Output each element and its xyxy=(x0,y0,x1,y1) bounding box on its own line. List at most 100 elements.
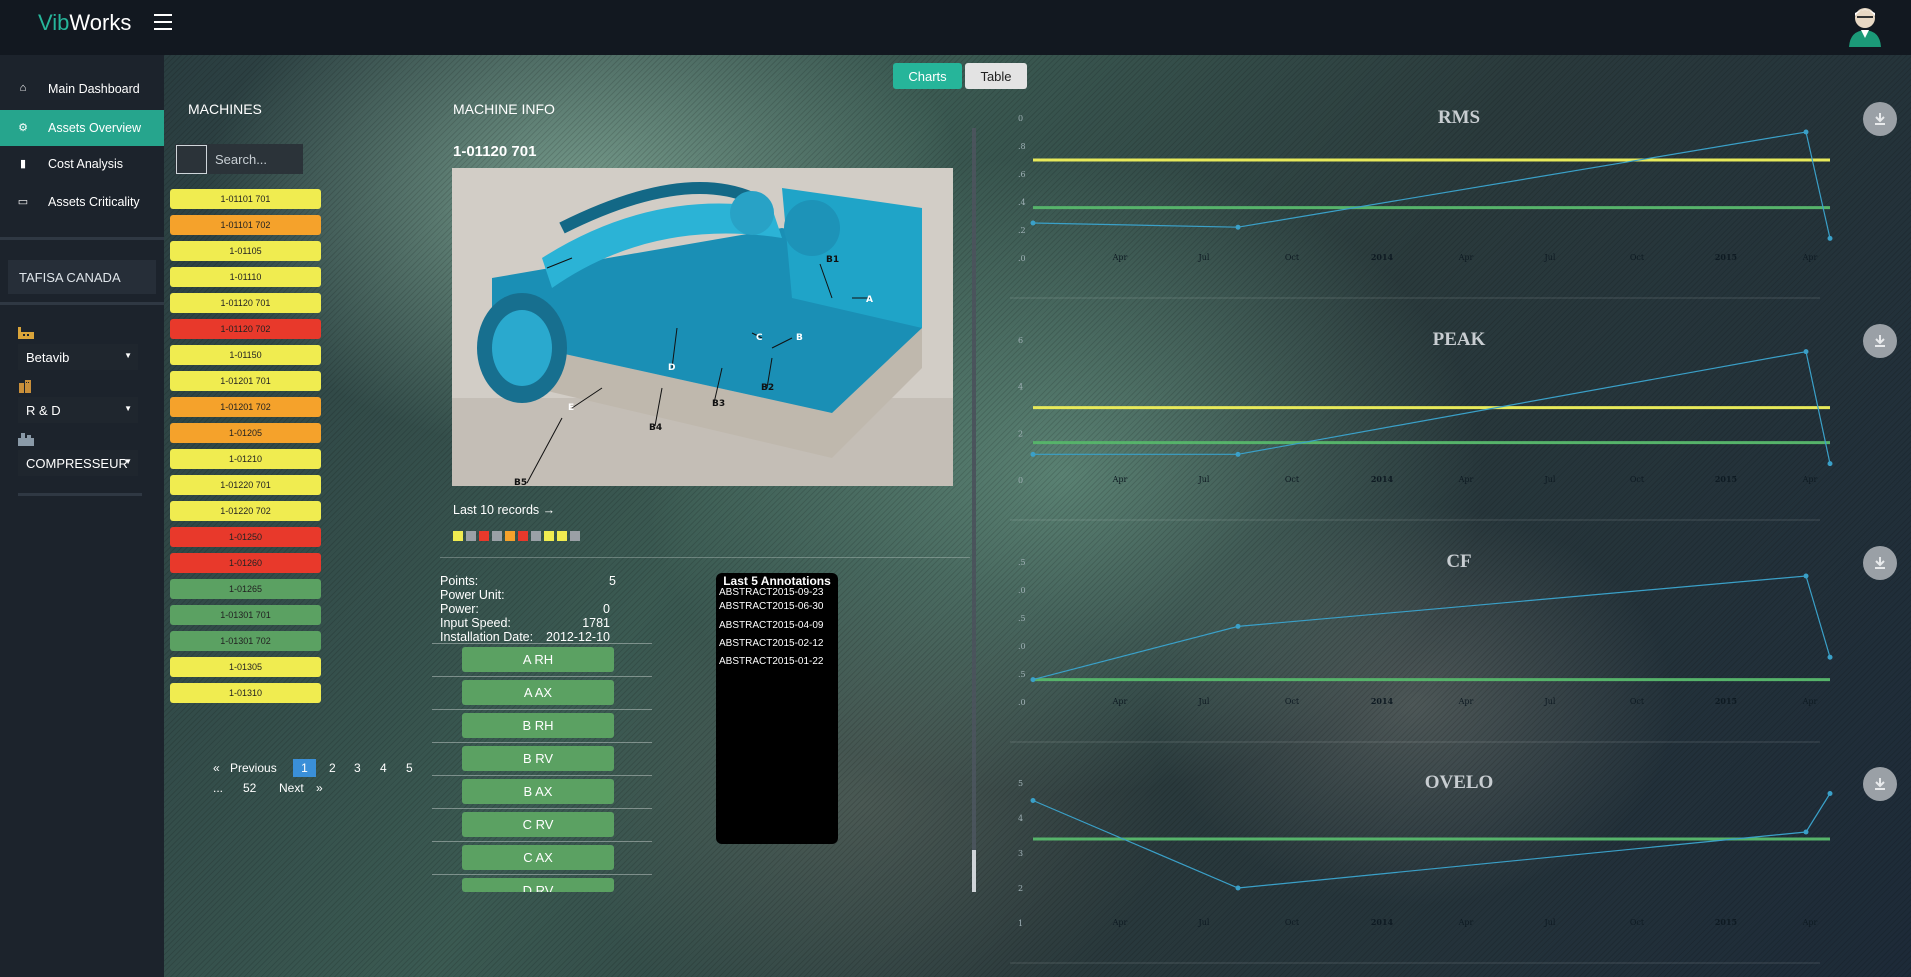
x-tick-label: Jul xyxy=(1198,918,1210,927)
factory-icon xyxy=(18,327,34,339)
sidebar: ⌂ Main Dashboard ⚙ Assets Overview ▮ Cos… xyxy=(0,55,164,977)
x-tick-label: Jul xyxy=(1544,918,1556,927)
x-tick-label: Apr xyxy=(1112,253,1128,262)
x-tick-label: Oct xyxy=(1285,475,1300,484)
x-tick-label: 2014 xyxy=(1371,252,1394,262)
y-tick-label: .0 xyxy=(1018,698,1026,707)
data-point[interactable] xyxy=(1803,349,1809,355)
x-tick-label: Oct xyxy=(1630,697,1645,706)
x-tick-label: Apr xyxy=(1802,253,1818,262)
x-tick-label: 2015 xyxy=(1715,696,1737,706)
series-line xyxy=(1032,131,1831,239)
x-tick-label: 2015 xyxy=(1715,917,1737,927)
y-tick-label: .6 xyxy=(1018,170,1026,179)
machine-type-select[interactable]: COMPRESSEUR ▼ xyxy=(18,450,138,476)
data-point[interactable] xyxy=(1827,461,1833,467)
y-tick-label: .0 xyxy=(1018,642,1026,651)
dropdown-caret-icon: ▼ xyxy=(124,404,132,413)
data-point[interactable] xyxy=(1803,829,1809,835)
user-avatar-icon[interactable] xyxy=(1846,5,1884,47)
nav-label: Main Dashboard xyxy=(48,82,140,96)
data-point[interactable] xyxy=(1803,129,1809,135)
y-tick-label: 4 xyxy=(1018,814,1023,823)
bar-chart-icon: ▮ xyxy=(19,158,27,170)
nav-label: Assets Criticality xyxy=(48,195,140,209)
data-point[interactable] xyxy=(1827,791,1833,796)
series-line xyxy=(1032,793,1831,889)
chart-ovelo: 1 2 3 4 5 Apr Jul Oct 2014 Apr Jul Oct 2015 Apr xyxy=(1010,779,1833,964)
x-tick-label: 2014 xyxy=(1371,917,1394,927)
x-tick-label: Apr xyxy=(1802,918,1818,927)
chart-title: RMS xyxy=(1437,107,1481,128)
x-tick-label: Apr xyxy=(1112,697,1128,706)
top-bar: VibWorks xyxy=(0,0,1911,55)
x-tick-label: Jul xyxy=(1198,697,1210,706)
data-point[interactable] xyxy=(1030,451,1036,457)
data-point[interactable] xyxy=(1235,885,1241,891)
nav-assets-overview[interactable]: ⚙ Assets Overview xyxy=(0,110,164,146)
x-tick-label: Apr xyxy=(1458,253,1474,262)
x-tick-label: Apr xyxy=(1802,697,1818,706)
hamburger-menu-icon[interactable] xyxy=(154,14,172,30)
site-select[interactable]: Betavib ▼ xyxy=(18,344,138,370)
chart-rms: .0 .2 .4 .6 .8 0 Apr Jul Oct 2014 Apr Jul Oct 2015 Apr xyxy=(1010,114,1833,299)
department-select[interactable]: R & D ▼ xyxy=(18,397,138,423)
x-tick-label: Apr xyxy=(1458,697,1474,706)
dropdown-caret-icon: ▼ xyxy=(124,457,132,466)
nav-cost-analysis[interactable]: ▮ Cost Analysis xyxy=(0,146,164,182)
logo-part-works: Works xyxy=(69,10,132,35)
x-tick-label: Apr xyxy=(1458,475,1474,484)
y-tick-label: .5 xyxy=(1018,558,1026,567)
x-tick-label: Jul xyxy=(1544,697,1556,706)
app-logo[interactable]: VibWorks xyxy=(38,10,131,36)
y-tick-label: .0 xyxy=(1018,254,1026,263)
company-name: TAFISA CANADA xyxy=(8,260,156,294)
y-tick-label: 4 xyxy=(1018,383,1023,392)
chart-cf: .0 .5 .0 .5 .0 .5 Apr Jul Oct 2014 Apr Jul Oct 2015 Ap… xyxy=(1010,558,1833,743)
gear-icon: ⚙ xyxy=(18,122,28,134)
chart-title: CF xyxy=(1446,551,1472,572)
building-icon xyxy=(19,380,31,393)
x-tick-label: Jul xyxy=(1544,253,1556,262)
department-select-value: R & D xyxy=(26,403,61,418)
data-point[interactable] xyxy=(1827,654,1833,660)
y-tick-label: .5 xyxy=(1018,614,1026,623)
download-icon[interactable] xyxy=(1863,102,1897,136)
series-line xyxy=(1032,575,1831,681)
data-point[interactable] xyxy=(1803,573,1809,579)
nav-label: Cost Analysis xyxy=(48,157,124,171)
x-tick-label: Jul xyxy=(1198,253,1210,262)
data-point[interactable] xyxy=(1030,677,1036,683)
x-tick-label: Oct xyxy=(1630,918,1645,927)
data-point[interactable] xyxy=(1030,798,1036,803)
download-icon[interactable] xyxy=(1863,546,1897,580)
y-tick-label: 0 xyxy=(1018,476,1023,485)
x-tick-label: Oct xyxy=(1630,475,1645,484)
data-point[interactable] xyxy=(1827,235,1833,241)
x-tick-label: 2015 xyxy=(1715,474,1737,484)
divider xyxy=(18,493,142,496)
x-tick-label: Apr xyxy=(1458,918,1474,927)
x-tick-label: Oct xyxy=(1285,697,1300,706)
y-tick-label: 3 xyxy=(1018,849,1023,858)
y-tick-label: 5 xyxy=(1018,779,1023,788)
y-tick-label: .2 xyxy=(1018,226,1026,235)
site-select-value: Betavib xyxy=(26,350,70,365)
x-tick-label: Oct xyxy=(1285,253,1300,262)
x-tick-label: Oct xyxy=(1630,253,1645,262)
y-tick-label: 0 xyxy=(1018,114,1023,123)
monitor-icon: ▭ xyxy=(17,196,29,208)
nav-main-dashboard[interactable]: ⌂ Main Dashboard xyxy=(0,71,164,107)
data-point[interactable] xyxy=(1030,220,1036,226)
data-point[interactable] xyxy=(1235,224,1241,230)
download-icon[interactable] xyxy=(1863,324,1897,358)
x-tick-label: 2014 xyxy=(1371,474,1394,484)
y-tick-label: .8 xyxy=(1018,142,1026,151)
machine-group-icon xyxy=(18,433,34,446)
data-point[interactable] xyxy=(1235,623,1241,629)
download-icon[interactable] xyxy=(1863,767,1897,801)
data-point[interactable] xyxy=(1235,451,1241,457)
nav-assets-criticality[interactable]: ▭ Assets Criticality xyxy=(0,184,164,220)
dropdown-caret-icon: ▼ xyxy=(124,351,132,360)
y-tick-label: 1 xyxy=(1018,919,1023,928)
